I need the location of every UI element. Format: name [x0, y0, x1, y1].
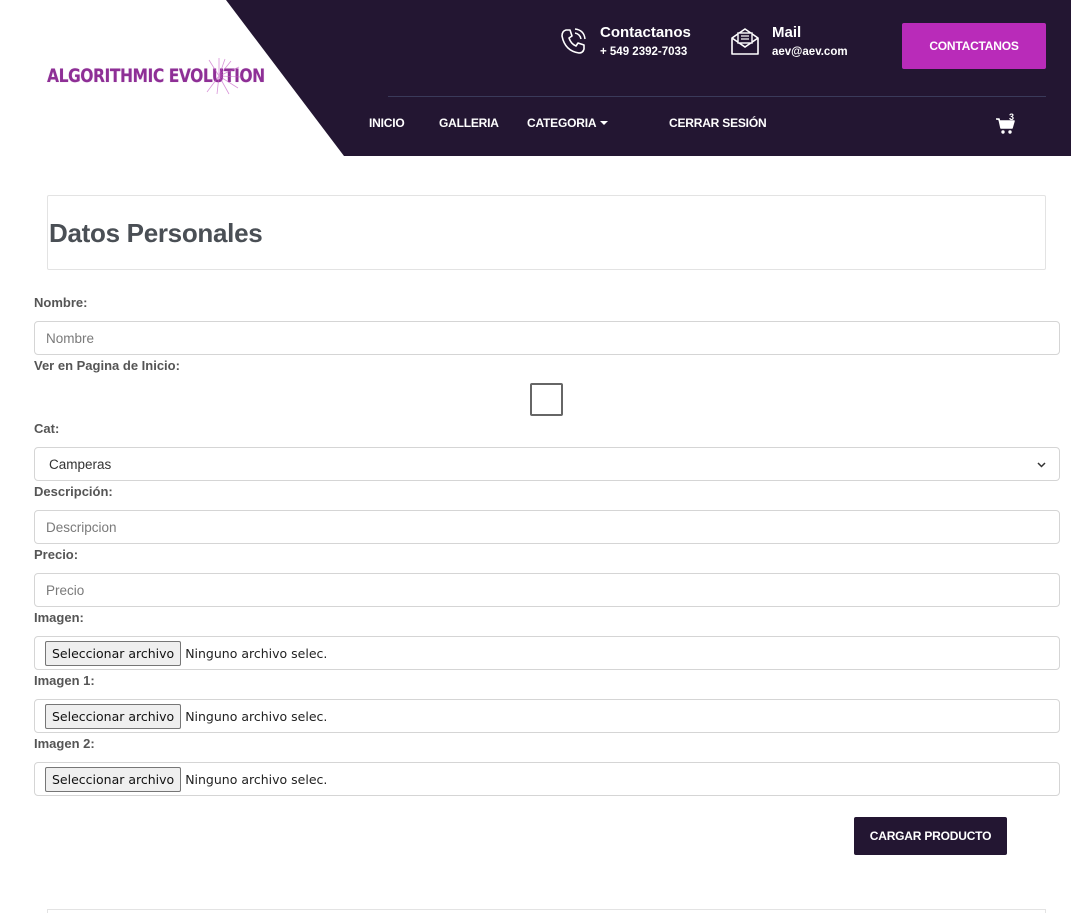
header-divider — [388, 96, 1046, 97]
caret-down-icon — [600, 121, 609, 125]
chevron-down-icon — [1037, 461, 1046, 468]
nav-item-cerrar-sesion[interactable]: CERRAR SESIÓN — [669, 116, 767, 130]
nombre-label: Nombre: — [34, 295, 88, 310]
imagen2-file-status: Ninguno archivo selec. — [185, 771, 328, 787]
cargar-producto-button[interactable]: CARGAR PRODUCTO — [854, 817, 1007, 855]
nav-item-categoria[interactable]: CATEGORIA — [527, 116, 609, 130]
contact-button[interactable]: CONTACTANOS — [902, 23, 1046, 69]
cart-count-badge: 3 — [1009, 112, 1015, 122]
cat-select[interactable]: Camperas — [34, 447, 1060, 481]
nav-item-galleria[interactable]: GALLERIA — [439, 116, 499, 130]
nombre-input[interactable]: Nombre — [34, 321, 1060, 355]
nav-item-inicio[interactable]: INICIO — [369, 116, 405, 130]
cat-selected-value: Camperas — [49, 456, 112, 472]
imagen2-select-button[interactable]: Seleccionar archivo — [45, 766, 182, 792]
mail-title: Mail — [772, 24, 802, 41]
nav-item-categoria-label: CATEGORIA — [527, 116, 597, 130]
descripcion-label: Descripción: — [34, 484, 113, 499]
ver-inicio-checkbox[interactable] — [530, 383, 563, 416]
ver-inicio-label: Ver en Pagina de Inicio: — [34, 358, 180, 373]
mail-contact[interactable]: Mail aev@aev.com — [730, 24, 848, 58]
imagen1-file-input: Seleccionar archivo Ninguno archivo sele… — [34, 699, 1060, 733]
page-title: Datos Personales — [49, 218, 263, 248]
imagen2-file-input: Seleccionar archivo Ninguno archivo sele… — [34, 762, 1060, 796]
descripcion-input[interactable]: Descripcion — [34, 510, 1060, 544]
bottom-section-box — [47, 909, 1046, 913]
imagen1-label: Imagen 1: — [34, 673, 95, 688]
mail-address: aev@aev.com — [772, 46, 848, 58]
imagen2-label: Imagen 2: — [34, 736, 95, 751]
phone-contact[interactable]: Contactanos + 549 2392-7033 — [558, 24, 691, 58]
logo-spark-icon — [206, 58, 243, 95]
section-header-box: Datos Personales — [47, 195, 1046, 270]
phone-icon — [561, 28, 586, 54]
imagen-file-input: Seleccionar archivo Ninguno archivo sele… — [34, 636, 1060, 670]
precio-input[interactable]: Precio — [34, 573, 1060, 607]
logo[interactable]: ALGORITHMIC EVOLUTION — [47, 55, 265, 97]
imagen-label: Imagen: — [34, 610, 84, 625]
imagen1-file-status: Ninguno archivo selec. — [185, 708, 328, 724]
precio-label: Precio: — [34, 547, 79, 562]
imagen-select-button[interactable]: Seleccionar archivo — [45, 640, 182, 666]
phone-number: + 549 2392-7033 — [600, 46, 688, 58]
imagen1-select-button[interactable]: Seleccionar archivo — [45, 703, 182, 729]
cat-label: Cat: — [34, 421, 60, 436]
site-header: ALGORITHMIC EVOLUTION Contactanos + 549 … — [0, 0, 1071, 156]
phone-title: Contactanos — [600, 24, 691, 41]
imagen-file-status: Ninguno archivo selec. — [185, 645, 328, 661]
mail-icon — [731, 28, 759, 55]
